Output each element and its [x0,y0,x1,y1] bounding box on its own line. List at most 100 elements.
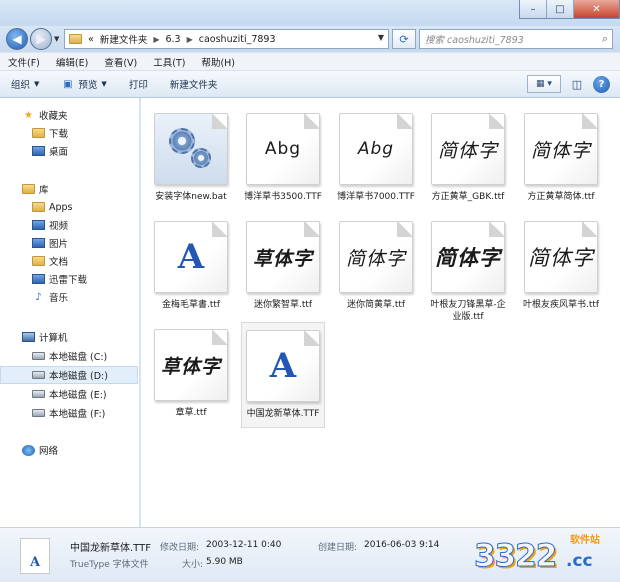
breadcrumb-item[interactable]: caoshuziti_7893 [199,34,276,45]
nav-label: 收藏夹 [39,111,68,122]
menu-edit[interactable]: 编辑(E) [48,55,96,69]
refresh-button[interactable]: ⟳ [392,29,416,49]
file-name: 叶根友刀锋黑草-企业版.ttf [430,300,506,322]
organize-label: 组织 [11,80,31,91]
file-name: 方正黄草_GBK.ttf [431,192,505,202]
file-item[interactable]: 简体字 方正黄草简体.ttf [519,106,603,212]
nav-drive-e[interactable]: 本地磁盘 (E:) [32,385,107,403]
documents-icon [32,256,45,266]
nav-thunder[interactable]: 迅雷下载 [32,270,87,288]
nav-desktop[interactable]: 桌面 [32,142,68,160]
nav-label: 网络 [39,446,59,457]
font-file-icon: 草体字 [154,329,228,401]
file-name: 安装字体new.bat [155,192,227,202]
nav-favorites[interactable]: ★ 收藏夹 [22,106,68,124]
nav-downloads[interactable]: 下载 [32,124,68,142]
organize-button[interactable]: 组织 ▼ [0,77,50,91]
watermark-suffix: .cc [566,551,593,571]
nav-drive-c[interactable]: 本地磁盘 (C:) [32,347,107,365]
file-name: 迷你简黄草.ttf [346,300,406,310]
nav-label: 本地磁盘 (F:) [49,409,106,420]
file-item[interactable]: Abg 博洋草书7000.TTF [334,106,418,212]
nav-apps[interactable]: Apps [32,198,73,216]
nav-video[interactable]: 视频 [32,216,68,234]
forward-arrow-icon: ▶ [36,32,46,46]
menu-tools[interactable]: 工具(T) [145,55,193,69]
back-arrow-icon: ◀ [12,32,22,46]
new-folder-button[interactable]: 新建文件夹 [159,77,229,91]
search-input[interactable]: 搜索 caoshuziti_7893 ⌕ [419,29,613,49]
address-dropdown-icon[interactable]: ▼ [378,33,384,42]
nav-label: 图片 [49,239,69,250]
preview-icon: ▣ [63,78,73,90]
file-name: 博洋草书7000.TTF [337,192,415,202]
gear-icon [169,128,195,154]
preview-button[interactable]: ▣ 预览 ▼ [50,77,117,92]
modified-label: 修改日期: [160,543,200,553]
gear-icon [191,148,211,168]
menu-file[interactable]: 文件(F) [0,55,48,69]
nav-pictures[interactable]: 图片 [32,234,68,252]
file-item[interactable]: 草体字 章草.ttf [149,322,233,428]
file-item[interactable]: 简体字 方正黄草_GBK.ttf [426,106,510,212]
preview-pane-icon: ◫ [571,77,583,91]
nav-drive-f[interactable]: 本地磁盘 (F:) [32,404,105,422]
file-item[interactable]: 安装字体new.bat [149,106,233,212]
change-view-button[interactable]: ▦ ▾ [527,75,561,93]
breadcrumb-separator-icon[interactable]: ▶ [153,35,159,44]
breadcrumb-item[interactable]: 新建文件夹 [100,32,148,46]
pictures-icon [32,238,45,248]
apps-folder-icon [32,202,45,212]
file-item[interactable]: 简体字 迷你简黄草.ttf [334,214,418,320]
music-icon: ♪ [35,291,42,303]
navigation-pane: ★ 收藏夹 下载 桌面 库 Apps 视频 图片 文档 迅雷下载 ♪ 音乐 计算机 … [0,98,140,527]
font-file-icon: 简体字 [339,221,413,293]
nav-library[interactable]: 库 [22,180,49,198]
font-preview: Abg [264,139,302,159]
file-item-selected[interactable]: A 中国龙新草体.TTF [241,322,325,428]
chevron-down-icon: ▼ [101,80,107,88]
drive-icon [32,390,45,398]
menu-view[interactable]: 查看(V) [96,55,145,69]
file-name: 中国龙新草体.TTF [246,409,320,419]
maximize-button[interactable]: □ [547,0,574,18]
file-item[interactable]: 草体字 迷你繁智草.ttf [241,214,325,320]
breadcrumb-overflow[interactable]: « [88,34,94,45]
address-bar[interactable]: « 新建文件夹 ▶ 6.3 ▶ caoshuziti_7893 ▼ [64,29,389,49]
watermark-tag: 软件站 [570,535,600,546]
print-button[interactable]: 打印 [118,77,159,91]
font-preview: A [177,237,205,277]
minimize-button[interactable]: – [520,0,547,18]
recent-pages-dropdown[interactable]: ▼ [54,35,59,43]
file-item[interactable]: 简体字 叶根友刀锋黑草-企业版.ttf [426,214,510,322]
nav-label: 本地磁盘 (C:) [49,352,108,363]
nav-label: 库 [39,185,49,196]
back-button[interactable]: ◀ [6,28,28,50]
nav-drive-d[interactable]: 本地磁盘 (D:) [0,366,138,384]
batch-file-icon [154,113,228,185]
breadcrumb-item[interactable]: 6.3 [165,34,180,45]
breadcrumb-separator-icon[interactable]: ▶ [187,35,193,44]
file-item[interactable]: Abg 博洋草书3500.TTF [241,106,325,212]
help-button[interactable]: ? [593,75,610,93]
menu-help[interactable]: 帮助(H) [193,55,243,69]
nav-documents[interactable]: 文档 [32,252,68,270]
close-button[interactable]: ✕ [574,0,619,18]
font-file-icon: A [20,538,50,574]
thunder-download-icon [32,274,45,284]
search-icon[interactable]: ⌕ [602,32,608,46]
forward-button[interactable]: ▶ [30,28,52,50]
selected-file-type: TrueType 字体文件 [70,560,149,570]
file-name: 方正黄草简体.ttf [527,192,595,202]
nav-label: 迅雷下载 [49,275,88,286]
file-item[interactable]: A 金梅毛草書.ttf [149,214,233,320]
nav-computer[interactable]: 计算机 [22,328,68,346]
size-label: 大小: [182,560,204,570]
font-preview: 草体字 [160,355,221,378]
preview-pane-toggle[interactable]: ◫ [567,75,587,93]
drive-icon [32,371,45,379]
nav-music[interactable]: ♪ 音乐 [32,288,68,306]
file-item[interactable]: 简体字 叶根友疾风草书.ttf [519,214,603,320]
font-preview: 简体字 [528,246,594,270]
nav-network[interactable]: 网络 [22,441,58,459]
